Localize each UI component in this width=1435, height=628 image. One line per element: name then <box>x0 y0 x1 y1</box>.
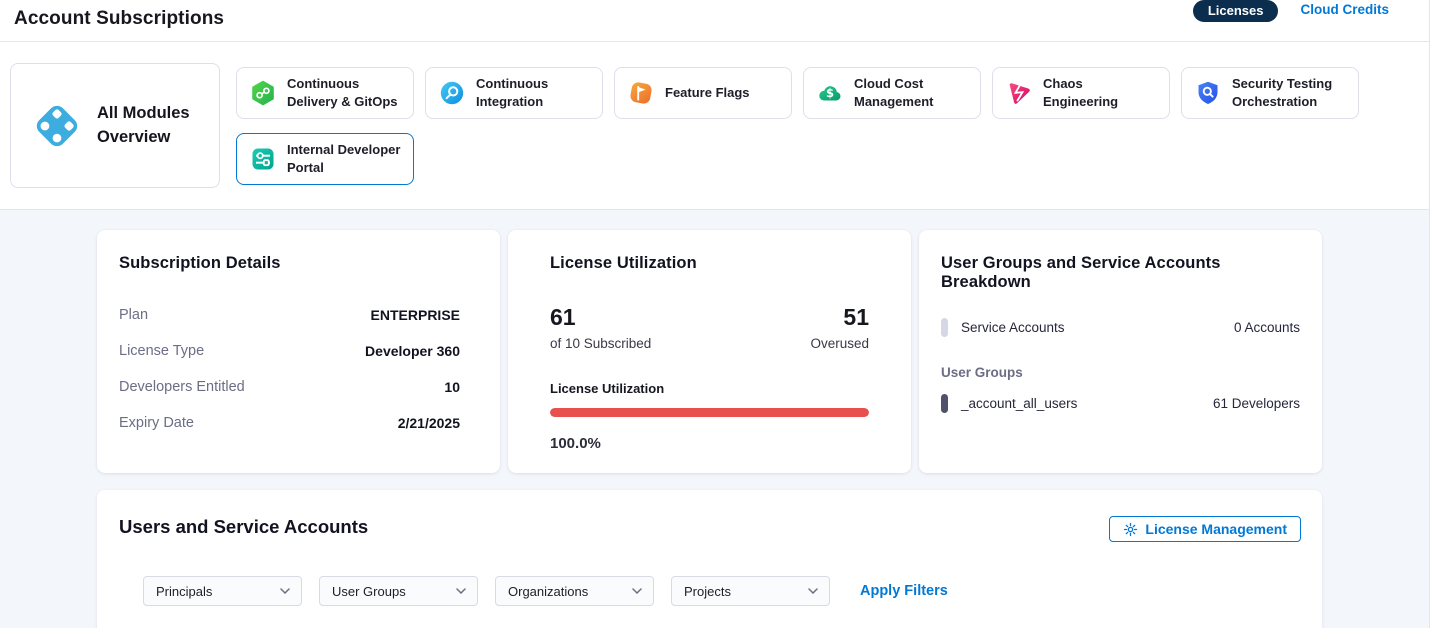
user-group-marker <box>941 394 948 413</box>
module-card-cd-gitops[interactable]: Continuous Delivery & GitOps <box>236 67 414 119</box>
chevron-down-icon <box>456 588 466 594</box>
module-label: Internal Developer Portal <box>287 141 405 176</box>
detail-value: Developer 360 <box>365 343 460 359</box>
detail-label: Plan <box>119 307 148 323</box>
users-service-accounts-card: Users and Service Accounts License Manag… <box>97 490 1322 628</box>
service-accounts-count: 0 Accounts <box>1234 320 1300 335</box>
organizations-dropdown[interactable]: Organizations <box>495 576 654 606</box>
module-card-chaos[interactable]: Chaos Engineering <box>992 67 1170 119</box>
breakdown-card: User Groups and Service Accounts Breakdo… <box>919 230 1322 473</box>
filters-row: Principals User Groups Organizations Pro… <box>143 576 1301 606</box>
content-area: Subscription Details Plan ENTERPRISE Lic… <box>0 210 1429 628</box>
detail-value: ENTERPRISE <box>371 307 460 323</box>
detail-row-plan: Plan ENTERPRISE <box>119 297 478 333</box>
idp-icon <box>250 146 276 172</box>
user-groups-dropdown[interactable]: User Groups <box>319 576 478 606</box>
module-label: Continuous Integration <box>476 75 594 110</box>
apply-filters-link[interactable]: Apply Filters <box>860 583 948 599</box>
service-accounts-label: Service Accounts <box>961 320 1065 335</box>
user-group-row: _account_all_users 61 Developers <box>941 394 1300 413</box>
module-card-ccm[interactable]: $ Cloud Cost Management <box>803 67 981 119</box>
projects-dropdown[interactable]: Projects <box>671 576 830 606</box>
projects-dropdown-value: Projects <box>684 584 731 599</box>
user-groups-dropdown-value: User Groups <box>332 584 406 599</box>
license-utilization-card: License Utilization 61 of 10 Subscribed … <box>508 230 911 473</box>
license-management-label: License Management <box>1145 521 1287 537</box>
chevron-down-icon <box>808 588 818 594</box>
overused-caption: Overused <box>810 336 869 351</box>
chevron-down-icon <box>632 588 642 594</box>
cd-gitops-icon <box>250 80 276 106</box>
module-card-feature-flags[interactable]: Feature Flags <box>614 67 792 119</box>
module-label: Security Testing Orchestration <box>1232 75 1350 110</box>
module-card-ci[interactable]: Continuous Integration <box>425 67 603 119</box>
organizations-dropdown-value: Organizations <box>508 584 588 599</box>
header-tabs: Licenses Cloud Credits <box>1193 0 1389 41</box>
user-groups-heading: User Groups <box>941 365 1300 380</box>
license-utilization-bar-fill <box>550 408 869 417</box>
svg-text:$: $ <box>826 86 834 100</box>
module-card-sto[interactable]: Security Testing Orchestration <box>1181 67 1359 119</box>
user-group-label: _account_all_users <box>961 396 1077 411</box>
module-label: Cloud Cost Management <box>854 75 972 110</box>
service-accounts-marker <box>941 318 948 337</box>
utilization-percent: 100.0% <box>550 435 869 452</box>
utilization-bar-label: License Utilization <box>550 381 869 396</box>
chaos-icon <box>1006 80 1032 106</box>
detail-row-license-type: License Type Developer 360 <box>119 333 478 369</box>
user-group-count: 61 Developers <box>1213 396 1300 411</box>
detail-row-developers-entitled: Developers Entitled 10 <box>119 369 478 405</box>
ci-icon <box>439 80 465 106</box>
main-panel: Account Subscriptions Licenses Cloud Cre… <box>0 0 1430 628</box>
overused-count: 51 <box>810 305 869 330</box>
tab-licenses[interactable]: Licenses <box>1193 0 1279 22</box>
chevron-down-icon <box>280 588 290 594</box>
module-label: Continuous Delivery & GitOps <box>287 75 405 110</box>
used-caption: of 10 Subscribed <box>550 336 651 351</box>
principals-dropdown-value: Principals <box>156 584 212 599</box>
summary-cards-row: Subscription Details Plan ENTERPRISE Lic… <box>97 230 1429 473</box>
used-count: 61 <box>550 305 651 330</box>
breakdown-title: User Groups and Service Accounts Breakdo… <box>941 254 1300 292</box>
modules-bar: All Modules Overview Continuous Delivery… <box>0 42 1429 210</box>
detail-row-expiry-date: Expiry Date 2/21/2025 <box>119 405 478 441</box>
gear-icon <box>1123 522 1138 537</box>
used-count-block: 61 of 10 Subscribed <box>550 305 651 351</box>
tab-cloud-credits[interactable]: Cloud Credits <box>1300 2 1389 17</box>
principals-dropdown[interactable]: Principals <box>143 576 302 606</box>
detail-label: License Type <box>119 343 204 359</box>
overused-count-block: 51 Overused <box>810 305 869 351</box>
service-accounts-row: Service Accounts 0 Accounts <box>941 318 1300 337</box>
license-utilization-title: License Utilization <box>550 254 869 273</box>
all-modules-overview-label: All Modules Overview <box>97 102 193 150</box>
module-cards: Continuous Delivery & GitOps Continuous … <box>236 67 1396 209</box>
detail-label: Developers Entitled <box>119 379 245 395</box>
module-label: Chaos Engineering <box>1043 75 1161 110</box>
all-modules-icon <box>31 100 83 152</box>
module-card-idp[interactable]: Internal Developer Portal <box>236 133 414 185</box>
utilization-counts: 61 of 10 Subscribed 51 Overused <box>550 305 869 351</box>
ccm-icon: $ <box>817 80 843 106</box>
feature-flags-icon <box>628 80 654 106</box>
detail-value: 10 <box>444 379 460 395</box>
module-label: Feature Flags <box>665 84 783 102</box>
detail-value: 2/21/2025 <box>398 415 460 431</box>
page-title: Account Subscriptions <box>14 8 224 41</box>
all-modules-overview-card[interactable]: All Modules Overview <box>10 63 220 188</box>
page-header: Account Subscriptions Licenses Cloud Cre… <box>0 0 1429 42</box>
license-utilization-bar-track <box>550 408 869 417</box>
license-management-button[interactable]: License Management <box>1109 516 1301 542</box>
subscription-details-card: Subscription Details Plan ENTERPRISE Lic… <box>97 230 500 473</box>
users-section-header: Users and Service Accounts License Manag… <box>119 516 1301 542</box>
subscription-details-title: Subscription Details <box>119 254 478 273</box>
users-section-title: Users and Service Accounts <box>119 516 368 538</box>
sto-icon <box>1195 80 1221 106</box>
detail-label: Expiry Date <box>119 415 194 431</box>
subscription-details-rows: Plan ENTERPRISE License Type Developer 3… <box>119 297 478 441</box>
